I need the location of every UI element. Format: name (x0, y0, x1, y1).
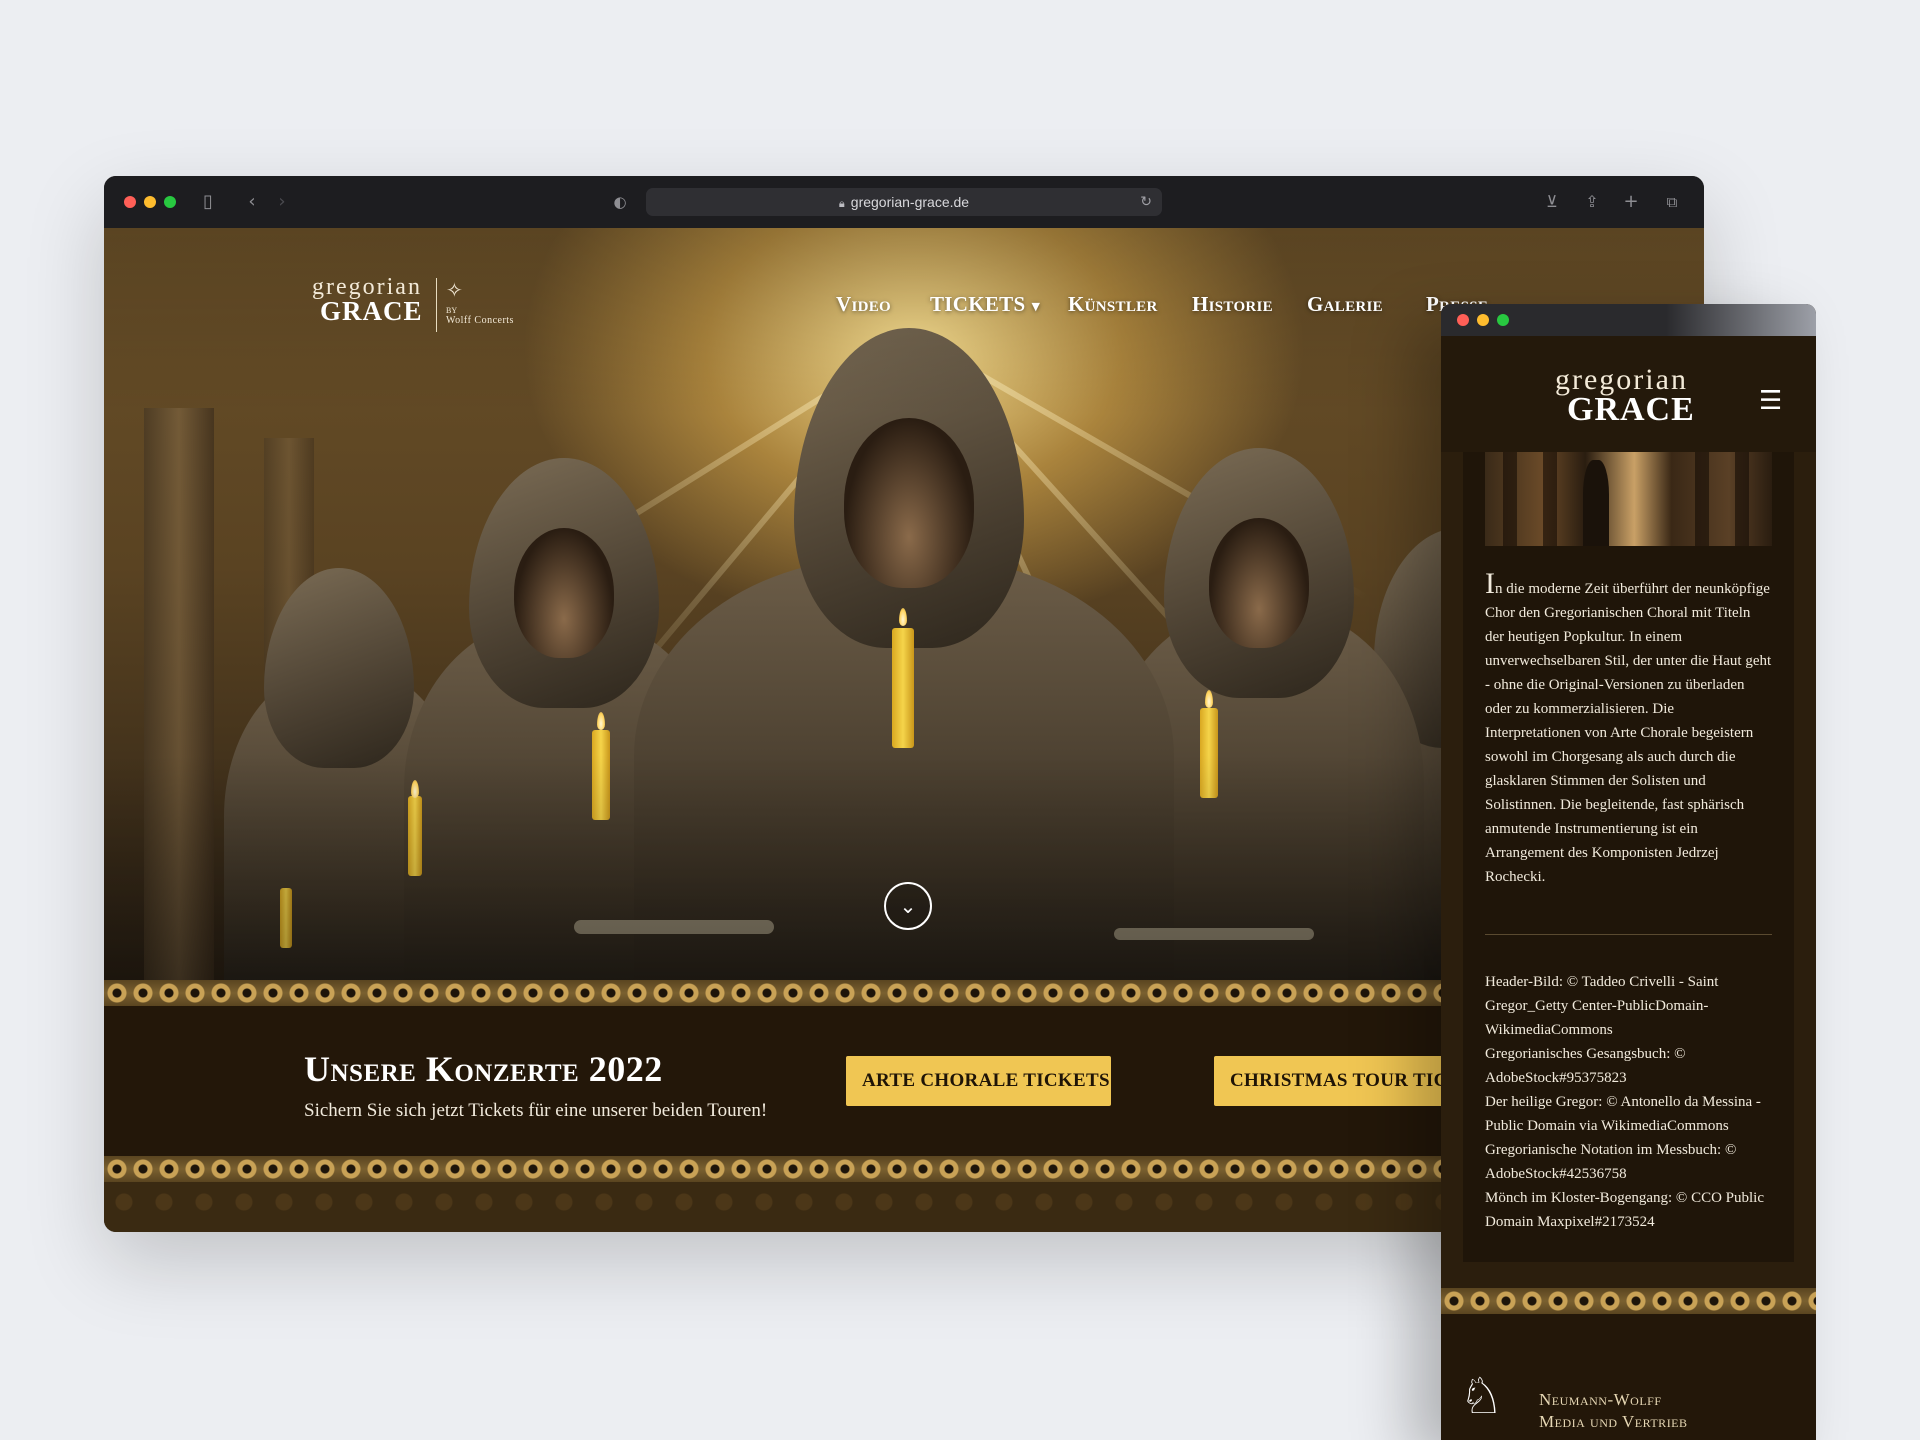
footer-company-line1: Neumann-Wolff (1539, 1390, 1662, 1409)
image-credits: Header-Bild: © Taddeo Crivelli - Saint G… (1485, 970, 1775, 1234)
mobile-close-button[interactable] (1457, 314, 1469, 326)
intro-text: n die moderne Zeit überführt der neunköp… (1485, 581, 1772, 885)
concerts-title: Unsere Konzerte 2022 (304, 1049, 663, 1089)
sidebar-icon[interactable]: ▯ (196, 190, 220, 214)
logo-divider (436, 278, 437, 332)
download-icon[interactable]: ⊻ (1540, 190, 1564, 214)
nav-item-tickets[interactable]: TICKETS ▼ (930, 292, 1040, 317)
credit-item: Der heilige Gregor: © Antonello da Messi… (1485, 1094, 1761, 1134)
browser-toolbar: ▯ ‹ › ◐ 🔒︎ gregorian-grace.de ↻ ⊻ ⇪ + ⧉ (104, 176, 1704, 228)
mobile-minimize-button[interactable] (1477, 314, 1489, 326)
credit-item: Mönch im Kloster-Bogengang: © CCO Public… (1485, 1190, 1764, 1230)
concerts-subtitle: Sichern Sie sich jetzt Tickets für eine … (304, 1100, 768, 1121)
lock-icon: 🔒︎ (838, 198, 845, 210)
cloister-monk-image (1485, 452, 1772, 546)
reload-icon[interactable]: ↻ (1140, 188, 1152, 216)
chevron-right-icon[interactable]: › (270, 190, 294, 214)
share-icon[interactable]: ⇪ (1580, 190, 1604, 214)
intro-paragraph: In die moderne Zeit überführt der neunkö… (1485, 569, 1773, 889)
credit-item: Gregorianische Notation im Messbuch: © A… (1485, 1142, 1737, 1182)
caret-down-icon: ▼ (1031, 299, 1041, 313)
intro-dropcap: I (1485, 567, 1495, 600)
mobile-ornament-border (1441, 1288, 1816, 1314)
mobile-content-card: In die moderne Zeit überführt der neunkö… (1463, 452, 1794, 1262)
credit-item: Header-Bild: © Taddeo Crivelli - Saint G… (1485, 974, 1719, 1038)
mobile-footer: ♘ Neumann-Wolff Media und Vertrieb (1441, 1314, 1816, 1440)
credit-item: Gregorianisches Gesangsbuch: © AdobeStoc… (1485, 1046, 1686, 1086)
divider (1485, 934, 1772, 935)
scroll-down-icon[interactable]: ⌄ (884, 882, 932, 930)
arte-chorale-tickets-button[interactable]: ARTE CHORALE TICKETS (846, 1056, 1111, 1106)
wolf-logo-icon: ♘ (1459, 1367, 1504, 1425)
nav-item-kuenstler[interactable]: Künstler (1068, 292, 1158, 317)
tabs-overview-icon[interactable]: ⧉ (1660, 190, 1684, 214)
mobile-browser-toolbar (1441, 304, 1816, 336)
mobile-zoom-button[interactable] (1497, 314, 1509, 326)
wolf-logo-icon: ✧ (446, 278, 463, 302)
nav-tickets-label: TICKETS (930, 292, 1026, 316)
zoom-window-button[interactable] (164, 196, 176, 208)
nav-item-historie[interactable]: Historie (1192, 292, 1273, 317)
logo-by-text: BY (446, 306, 458, 315)
logo-partner-text: Wolff Concerts (446, 315, 514, 326)
mobile-browser-window: gregorian GRACE ☰ In die moderne Zeit üb… (1441, 304, 1816, 1440)
site-logo[interactable]: gregorian GRACE ✧ BY Wolff Concerts (312, 274, 522, 334)
close-window-button[interactable] (124, 196, 136, 208)
url-text: gregorian-grace.de (850, 194, 970, 210)
nav-item-video[interactable]: Video (836, 292, 891, 317)
footer-company-line2: Media und Vertrieb (1539, 1412, 1688, 1431)
plus-icon[interactable]: + (1619, 190, 1643, 214)
address-bar[interactable]: 🔒︎ gregorian-grace.de ↻ (646, 188, 1162, 216)
mobile-logo-grace[interactable]: GRACE (1567, 392, 1695, 428)
hamburger-menu-icon[interactable]: ☰ (1759, 386, 1782, 416)
minimize-window-button[interactable] (144, 196, 156, 208)
nav-item-galerie[interactable]: Galerie (1307, 292, 1383, 317)
chevron-left-icon[interactable]: ‹ (240, 190, 264, 214)
logo-text-grace: GRACE (320, 296, 423, 326)
mobile-header: gregorian GRACE ☰ (1441, 336, 1816, 452)
shield-icon[interactable]: ◐ (608, 190, 632, 214)
